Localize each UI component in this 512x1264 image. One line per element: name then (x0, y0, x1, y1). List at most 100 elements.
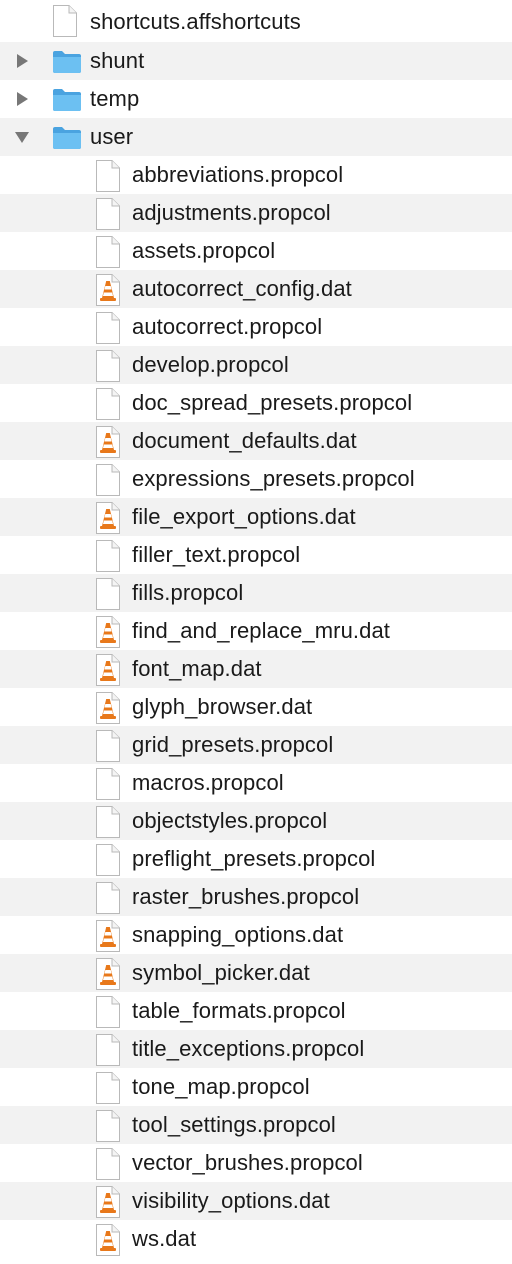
file-row[interactable]: symbol_picker.dat (0, 954, 512, 992)
file-row[interactable]: develop.propcol (0, 346, 512, 384)
document-icon (96, 312, 120, 344)
document-icon (96, 1148, 120, 1180)
folder-row-temp[interactable]: temp (0, 80, 512, 118)
file-name: tone_map.propcol (132, 1074, 310, 1099)
document-icon (96, 882, 120, 914)
file-name: expressions_presets.propcol (132, 466, 415, 491)
folder-icon (53, 51, 81, 73)
vlc-cone-icon (96, 920, 120, 952)
file-name: tool_settings.propcol (132, 1112, 336, 1137)
file-name: abbreviations.propcol (132, 162, 344, 187)
file-row[interactable]: glyph_browser.dat (0, 688, 512, 726)
finder-file-list: shortcuts.affshortcuts shunt temp user a… (0, 0, 512, 1264)
file-name: font_map.dat (132, 656, 262, 681)
file-row[interactable]: tool_settings.propcol (0, 1106, 512, 1144)
file-row[interactable]: document_defaults.dat (0, 422, 512, 460)
document-icon (96, 160, 120, 192)
file-row[interactable]: raster_brushes.propcol (0, 878, 512, 916)
file-name: shortcuts.affshortcuts (90, 9, 301, 34)
file-row[interactable]: file_export_options.dat (0, 498, 512, 536)
file-row-shortcuts[interactable]: shortcuts.affshortcuts (0, 0, 512, 42)
file-row[interactable]: preflight_presets.propcol (0, 840, 512, 878)
file-name: doc_spread_presets.propcol (132, 390, 413, 415)
document-icon (96, 1072, 120, 1104)
vlc-cone-icon (96, 502, 120, 534)
vlc-cone-icon (96, 426, 120, 458)
file-name: find_and_replace_mru.dat (132, 618, 391, 643)
vlc-cone-icon (96, 654, 120, 686)
document-icon (96, 1110, 120, 1142)
file-row[interactable]: ws.dat (0, 1220, 512, 1258)
document-icon (96, 996, 120, 1028)
file-row[interactable]: vector_brushes.propcol (0, 1144, 512, 1182)
file-name: file_export_options.dat (132, 504, 356, 529)
file-name: table_formats.propcol (132, 998, 346, 1023)
document-icon (96, 350, 120, 382)
file-name: title_exceptions.propcol (132, 1036, 365, 1061)
document-icon (96, 198, 120, 230)
vlc-cone-icon (96, 1224, 120, 1256)
file-row[interactable]: find_and_replace_mru.dat (0, 612, 512, 650)
file-row[interactable]: expressions_presets.propcol (0, 460, 512, 498)
file-name: symbol_picker.dat (132, 960, 310, 985)
disclosure-triangle-expanded-icon[interactable] (10, 118, 34, 156)
document-icon (96, 844, 120, 876)
document-icon (96, 236, 120, 268)
file-name: document_defaults.dat (132, 428, 357, 453)
vlc-cone-icon (96, 616, 120, 648)
file-name: visibility_options.dat (132, 1188, 330, 1213)
file-name: fills.propcol (132, 580, 244, 605)
folder-icon (53, 89, 81, 111)
vlc-cone-icon (96, 692, 120, 724)
file-row[interactable]: snapping_options.dat (0, 916, 512, 954)
file-name: grid_presets.propcol (132, 732, 334, 757)
file-row[interactable]: fills.propcol (0, 574, 512, 612)
file-name: autocorrect.propcol (132, 314, 323, 339)
file-name: raster_brushes.propcol (132, 884, 360, 909)
folder-row-user[interactable]: user (0, 118, 512, 156)
list-bottom-edge (0, 1258, 512, 1264)
document-icon (96, 730, 120, 762)
file-row[interactable]: title_exceptions.propcol (0, 1030, 512, 1068)
file-name: adjustments.propcol (132, 200, 331, 225)
file-name: develop.propcol (132, 352, 289, 377)
file-row[interactable]: doc_spread_presets.propcol (0, 384, 512, 422)
folder-name: shunt (90, 48, 145, 73)
file-row[interactable]: grid_presets.propcol (0, 726, 512, 764)
file-row[interactable]: objectstyles.propcol (0, 802, 512, 840)
file-row[interactable]: macros.propcol (0, 764, 512, 802)
file-row[interactable]: tone_map.propcol (0, 1068, 512, 1106)
file-name: glyph_browser.dat (132, 694, 313, 719)
file-name: vector_brushes.propcol (132, 1150, 363, 1175)
document-icon (96, 1034, 120, 1066)
document-icon (96, 768, 120, 800)
vlc-cone-icon (96, 958, 120, 990)
file-name: autocorrect_config.dat (132, 276, 352, 301)
disclosure-triangle-collapsed-icon[interactable] (10, 42, 34, 80)
user-folder-contents: abbreviations.propcol adjustments.propco… (0, 156, 512, 1258)
folder-name: temp (90, 86, 140, 111)
file-name: filler_text.propcol (132, 542, 301, 567)
vlc-cone-icon (96, 1186, 120, 1218)
document-icon (96, 540, 120, 572)
file-name: snapping_options.dat (132, 922, 344, 947)
document-icon (96, 388, 120, 420)
file-row[interactable]: adjustments.propcol (0, 194, 512, 232)
file-name: macros.propcol (132, 770, 284, 795)
file-name: preflight_presets.propcol (132, 846, 376, 871)
disclosure-triangle-collapsed-icon[interactable] (10, 80, 34, 118)
folder-icon (53, 127, 81, 149)
file-row[interactable]: autocorrect.propcol (0, 308, 512, 346)
document-icon (96, 806, 120, 838)
document-icon (53, 5, 77, 37)
file-name: ws.dat (132, 1226, 197, 1251)
file-row[interactable]: assets.propcol (0, 232, 512, 270)
file-name: objectstyles.propcol (132, 808, 328, 833)
file-row[interactable]: filler_text.propcol (0, 536, 512, 574)
file-row[interactable]: table_formats.propcol (0, 992, 512, 1030)
file-row[interactable]: visibility_options.dat (0, 1182, 512, 1220)
folder-row-shunt[interactable]: shunt (0, 42, 512, 80)
file-row[interactable]: abbreviations.propcol (0, 156, 512, 194)
file-row[interactable]: font_map.dat (0, 650, 512, 688)
file-row[interactable]: autocorrect_config.dat (0, 270, 512, 308)
